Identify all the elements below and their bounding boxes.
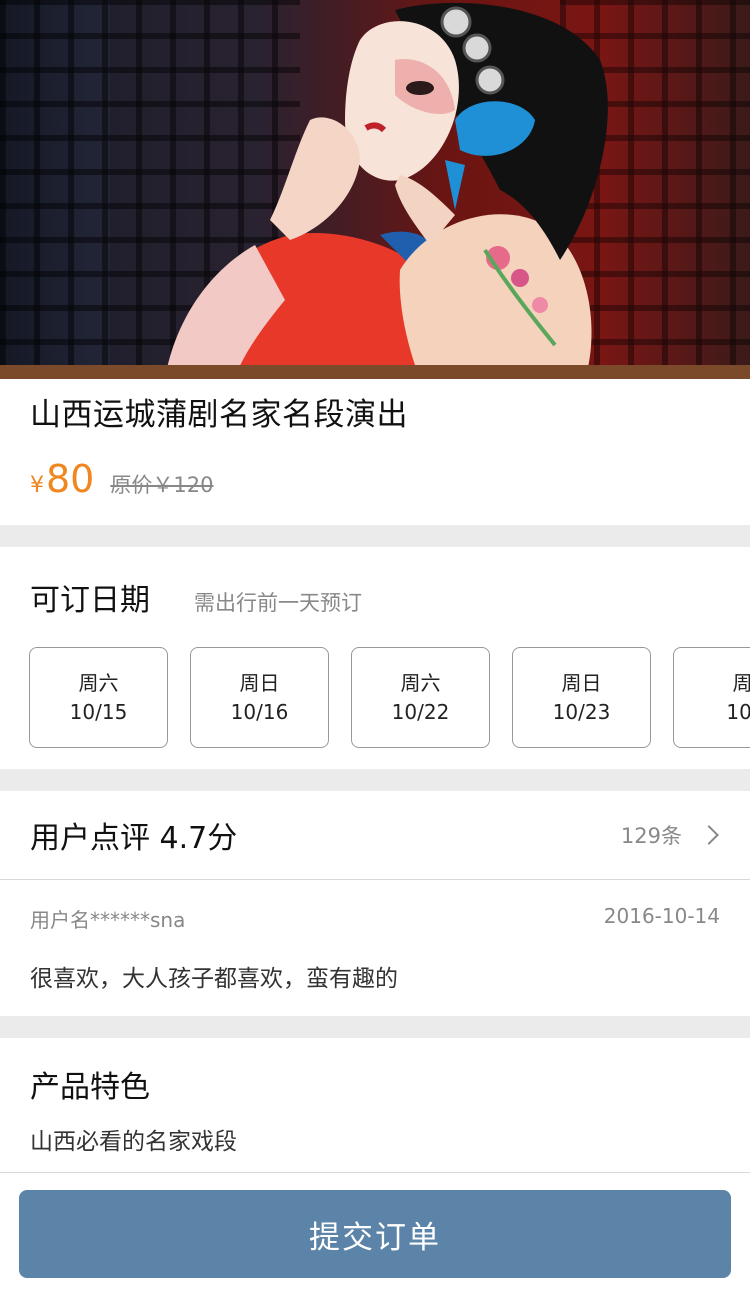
date-option[interactable]: 周日 10/16 bbox=[190, 647, 329, 748]
date-value: 10/ bbox=[726, 699, 750, 724]
date-value: 10/22 bbox=[391, 699, 450, 724]
review-item: 用户名******sna 2016-10-14 很喜欢，大人孩子都喜欢，蛮有趣的 bbox=[0, 880, 750, 1016]
price-row: ¥ 80 原价￥120 bbox=[30, 457, 720, 501]
date-weekday: 周六 bbox=[78, 670, 119, 695]
product-info: 山西运城蒲剧名家名段演出 ¥ 80 原价￥120 bbox=[0, 379, 750, 525]
reviews-header[interactable]: 用户点评 4.7分 129条 bbox=[0, 791, 750, 880]
review-user: 用户名******sna bbox=[30, 908, 186, 932]
section-divider bbox=[0, 769, 750, 791]
date-weekday: 周日 bbox=[239, 670, 280, 695]
dates-note: 需出行前一天预订 bbox=[194, 591, 362, 615]
reviews-count-link[interactable]: 129条 bbox=[621, 820, 720, 850]
date-option[interactable]: 周日 10/23 bbox=[512, 647, 651, 748]
currency-symbol: ¥ bbox=[30, 473, 44, 498]
date-weekday: 周六 bbox=[400, 670, 441, 695]
submit-order-button[interactable]: 提交订单 bbox=[19, 1190, 731, 1278]
feature-title: 产品特色 bbox=[30, 1070, 150, 1105]
date-value: 10/16 bbox=[230, 699, 289, 724]
section-divider bbox=[0, 525, 750, 547]
feature-text: 山西必看的名家戏段 bbox=[30, 1129, 237, 1155]
product-title: 山西运城蒲剧名家名段演出 bbox=[30, 397, 408, 433]
date-option[interactable]: 周 10/ bbox=[673, 647, 750, 748]
date-value: 10/23 bbox=[552, 699, 611, 724]
chevron-right-icon bbox=[699, 825, 719, 845]
hero-image bbox=[0, 0, 750, 379]
original-price: 原价￥120 bbox=[110, 473, 214, 497]
feature-section: 产品特色 山西必看的名家戏段 bbox=[0, 1038, 750, 1173]
date-list: 周六 10/15 周日 10/16 周六 10/22 周日 10/23 周 10… bbox=[0, 647, 750, 748]
date-weekday: 周 bbox=[732, 670, 750, 695]
date-option[interactable]: 周六 10/15 bbox=[29, 647, 168, 748]
price: 80 bbox=[46, 457, 95, 501]
review-date: 2016-10-14 bbox=[603, 904, 720, 928]
date-option[interactable]: 周六 10/22 bbox=[351, 647, 490, 748]
date-value: 10/15 bbox=[69, 699, 128, 724]
reviews-count: 129条 bbox=[620, 824, 682, 848]
date-weekday: 周日 bbox=[561, 670, 602, 695]
available-dates-section: 可订日期 需出行前一天预订 周六 10/15 周日 10/16 周六 10/22… bbox=[0, 547, 750, 769]
dates-title: 可订日期 bbox=[30, 583, 150, 618]
reviews-title: 用户点评 4.7分 bbox=[30, 821, 238, 856]
section-divider bbox=[0, 1016, 750, 1038]
review-text: 很喜欢，大人孩子都喜欢，蛮有趣的 bbox=[30, 966, 398, 992]
